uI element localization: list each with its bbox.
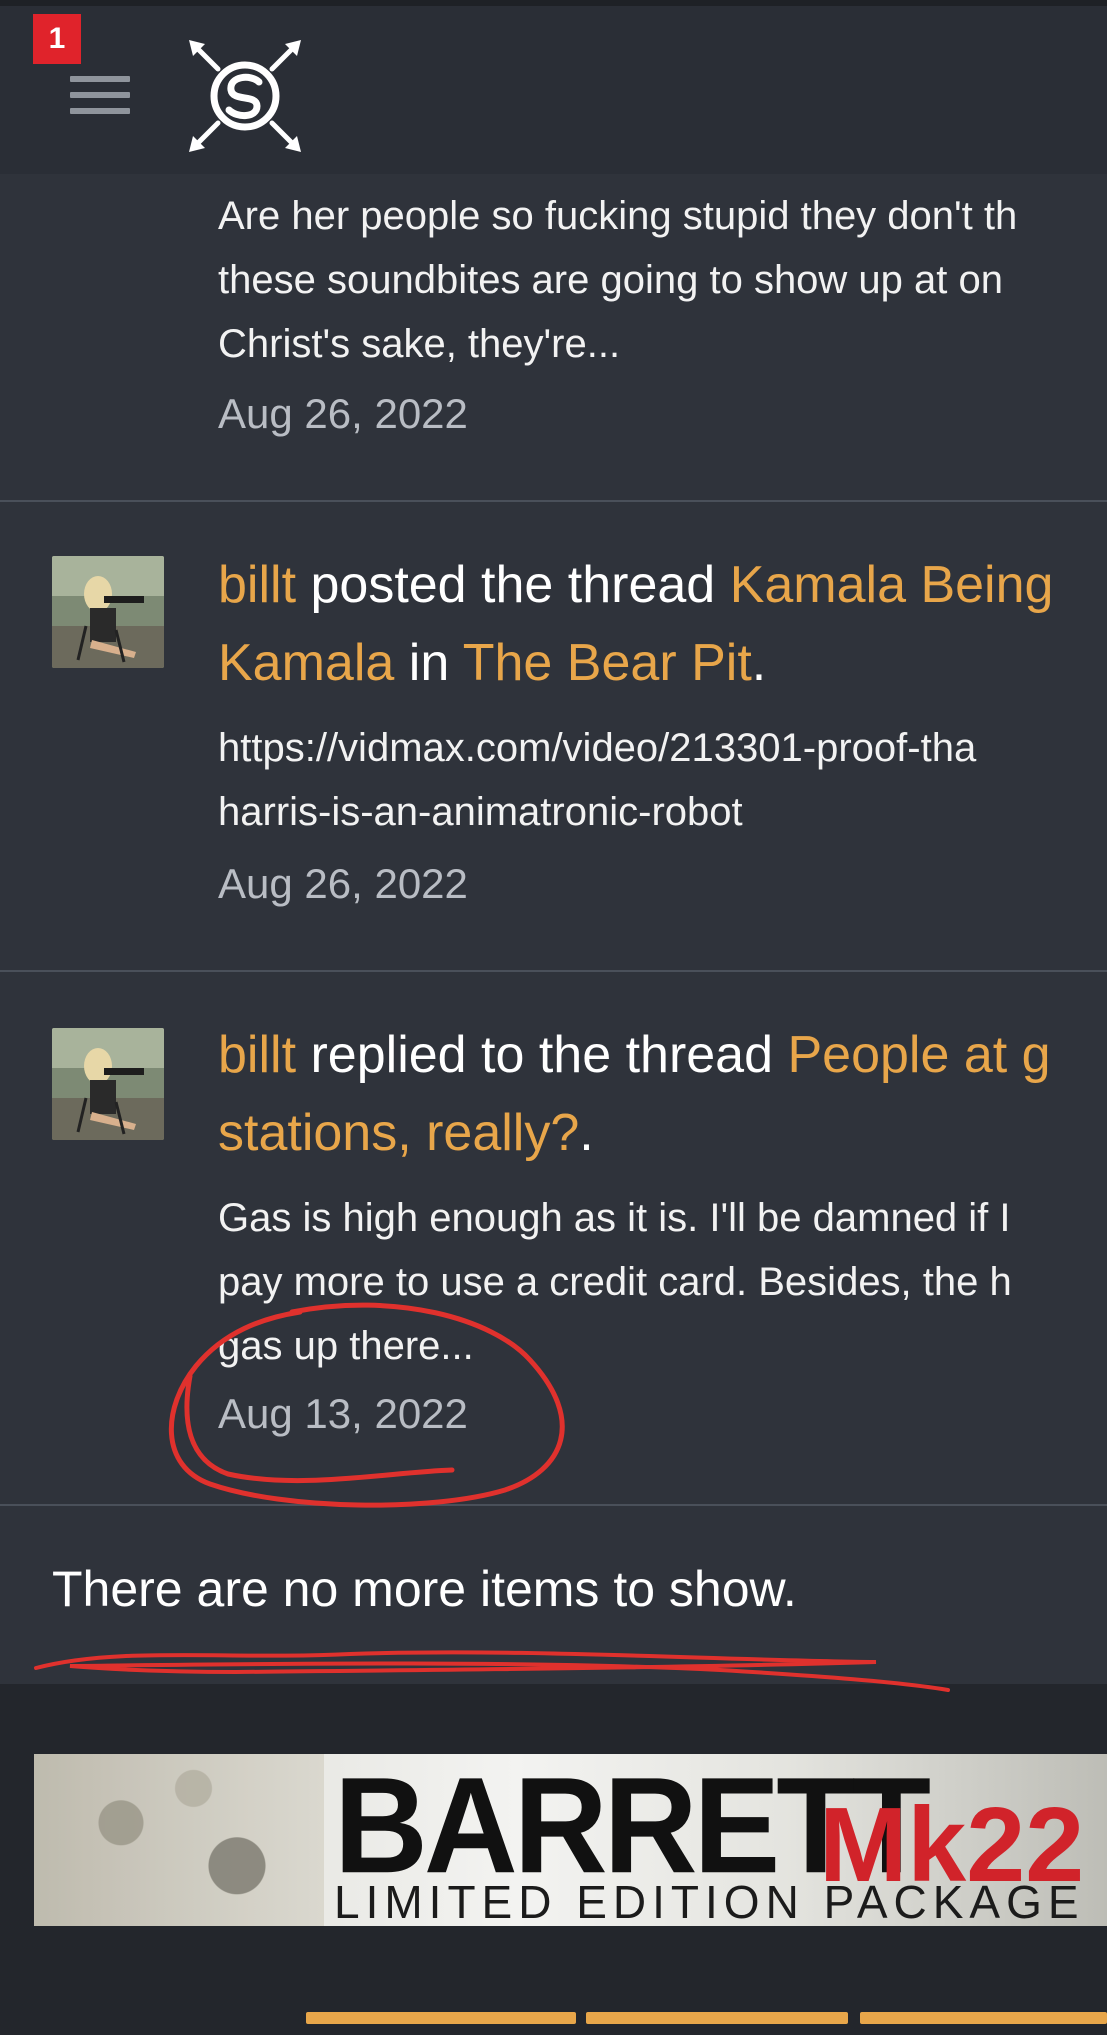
end-of-list-message: There are no more items to show. xyxy=(52,1561,797,1617)
bottom-tab-indicator[interactable] xyxy=(586,2012,848,2024)
feed-item-headline: billt posted the thread Kamala Being Kam… xyxy=(218,546,1098,702)
snippet-line: gas up there... xyxy=(218,1324,474,1368)
site-logo-icon[interactable] xyxy=(185,36,305,156)
feed-item-partial: Are her people so fucking stupid they do… xyxy=(0,174,1107,502)
snippet-line: Christ's sake, they're... xyxy=(218,322,621,366)
end-punct: . xyxy=(751,634,767,692)
snippet-line: pay more to use a credit card. Besides, … xyxy=(218,1260,1012,1304)
snippet-line: harris-is-an-animatronic-robot xyxy=(218,790,743,834)
feed-item-snippet: Are her people so fucking stupid they do… xyxy=(218,184,1098,376)
bottom-tab-indicator[interactable] xyxy=(860,2012,1107,2024)
feed-item-snippet: https://vidmax.com/video/213301-proof-th… xyxy=(218,716,1098,844)
end-punct: . xyxy=(579,1104,594,1162)
user-link[interactable]: billt xyxy=(218,556,296,614)
feed-item: billt replied to the thread People at g … xyxy=(0,972,1107,1506)
forum-link[interactable]: The Bear Pit xyxy=(463,634,752,692)
user-link[interactable]: billt xyxy=(218,1026,296,1084)
thread-link-continued[interactable]: Kamala xyxy=(218,634,394,692)
feed-item-date[interactable]: Aug 26, 2022 xyxy=(218,860,468,908)
top-bar: 1 xyxy=(0,0,1107,174)
feed-item-date[interactable]: Aug 13, 2022 xyxy=(218,1390,468,1438)
avatar[interactable] xyxy=(52,556,164,668)
feed-item: billt posted the thread Kamala Being Kam… xyxy=(0,502,1107,972)
feed-item-date[interactable]: Aug 26, 2022 xyxy=(218,390,468,438)
avatar[interactable] xyxy=(52,1028,164,1140)
thread-link-continued[interactable]: stations, really? xyxy=(218,1104,579,1162)
action-text: replied to the thread xyxy=(296,1026,788,1084)
page: 1 Are her people so fucking stupid they … xyxy=(0,0,1107,2035)
thread-link[interactable]: Kamala Being xyxy=(730,556,1054,614)
thread-link[interactable]: People at g xyxy=(787,1026,1050,1084)
bottom-tab-indicator[interactable] xyxy=(306,2012,576,2024)
notification-badge[interactable]: 1 xyxy=(33,14,81,64)
snippet-line: Gas is high enough as it is. I'll be dam… xyxy=(218,1196,1011,1240)
feed-item-snippet: Gas is high enough as it is. I'll be dam… xyxy=(218,1186,1098,1378)
snippet-line: Are her people so fucking stupid they do… xyxy=(218,194,1018,238)
snippet-line: https://vidmax.com/video/213301-proof-th… xyxy=(218,726,977,770)
snippet-line: these soundbites are going to show up at… xyxy=(218,258,1003,302)
banner-camo-graphic xyxy=(34,1754,324,1926)
in-text: in xyxy=(394,634,463,692)
feed-item-headline: billt replied to the thread People at g … xyxy=(218,1016,1098,1172)
action-text: posted the thread xyxy=(296,556,730,614)
ad-banner[interactable]: BARRETT Mk22 LIMITED EDITION PACKAGE xyxy=(34,1754,1107,1926)
hamburger-menu-icon[interactable] xyxy=(70,74,132,118)
banner-subtitle: LIMITED EDITION PACKAGE xyxy=(334,1876,1085,1926)
